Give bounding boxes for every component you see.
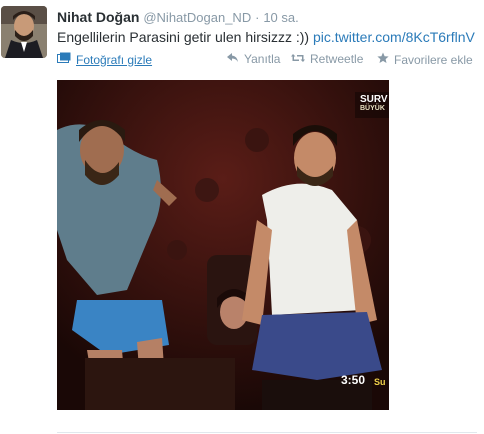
- photo-icon: [57, 52, 71, 67]
- retweet-icon: [291, 52, 305, 66]
- tweet-body: Engellilerin Parasini getir ulen hirsizz…: [57, 29, 310, 45]
- separator-dot: ·: [255, 10, 260, 25]
- tweet-link[interactable]: pic.twitter.com/8KcT6rflnV: [313, 29, 475, 45]
- tweet-actions: Fotoğrafı gizle Yanıtla Retweetle Favori…: [57, 52, 477, 70]
- favorite-button[interactable]: Favorilere ekle: [377, 52, 473, 67]
- retweet-label: Retweetle: [310, 52, 364, 66]
- tweet-timestamp[interactable]: 10 sa.: [263, 10, 298, 25]
- show-logo-subtitle: BÜYÜK: [360, 105, 385, 112]
- hide-photo-button[interactable]: Fotoğrafı gizle: [57, 52, 152, 67]
- retweet-button[interactable]: Retweetle: [291, 52, 363, 66]
- tweet-photo[interactable]: SURV BÜYÜK 3:50 Su: [57, 80, 389, 410]
- favorite-label: Favorilere ekle: [394, 52, 473, 67]
- star-icon: [377, 52, 389, 67]
- avatar[interactable]: [1, 6, 47, 58]
- hide-photo-label: Fotoğrafı gizle: [76, 52, 153, 67]
- clock-overlay: 3:50: [341, 373, 366, 387]
- divider: [57, 432, 477, 433]
- author-name[interactable]: Nihat Doğan: [57, 9, 139, 25]
- tweet-header: Nihat Doğan @NihatDogan_ND · 10 sa.: [57, 9, 299, 25]
- reply-button[interactable]: Yanıtla: [227, 52, 280, 66]
- corner-overlay: Su: [374, 377, 386, 387]
- author-handle[interactable]: @NihatDogan_ND: [143, 10, 251, 25]
- tweet-text: Engellilerin Parasini getir ulen hirsizz…: [57, 29, 475, 45]
- reply-label: Yanıtla: [244, 52, 281, 66]
- reply-icon: [227, 52, 239, 66]
- show-logo: SURV: [360, 94, 388, 105]
